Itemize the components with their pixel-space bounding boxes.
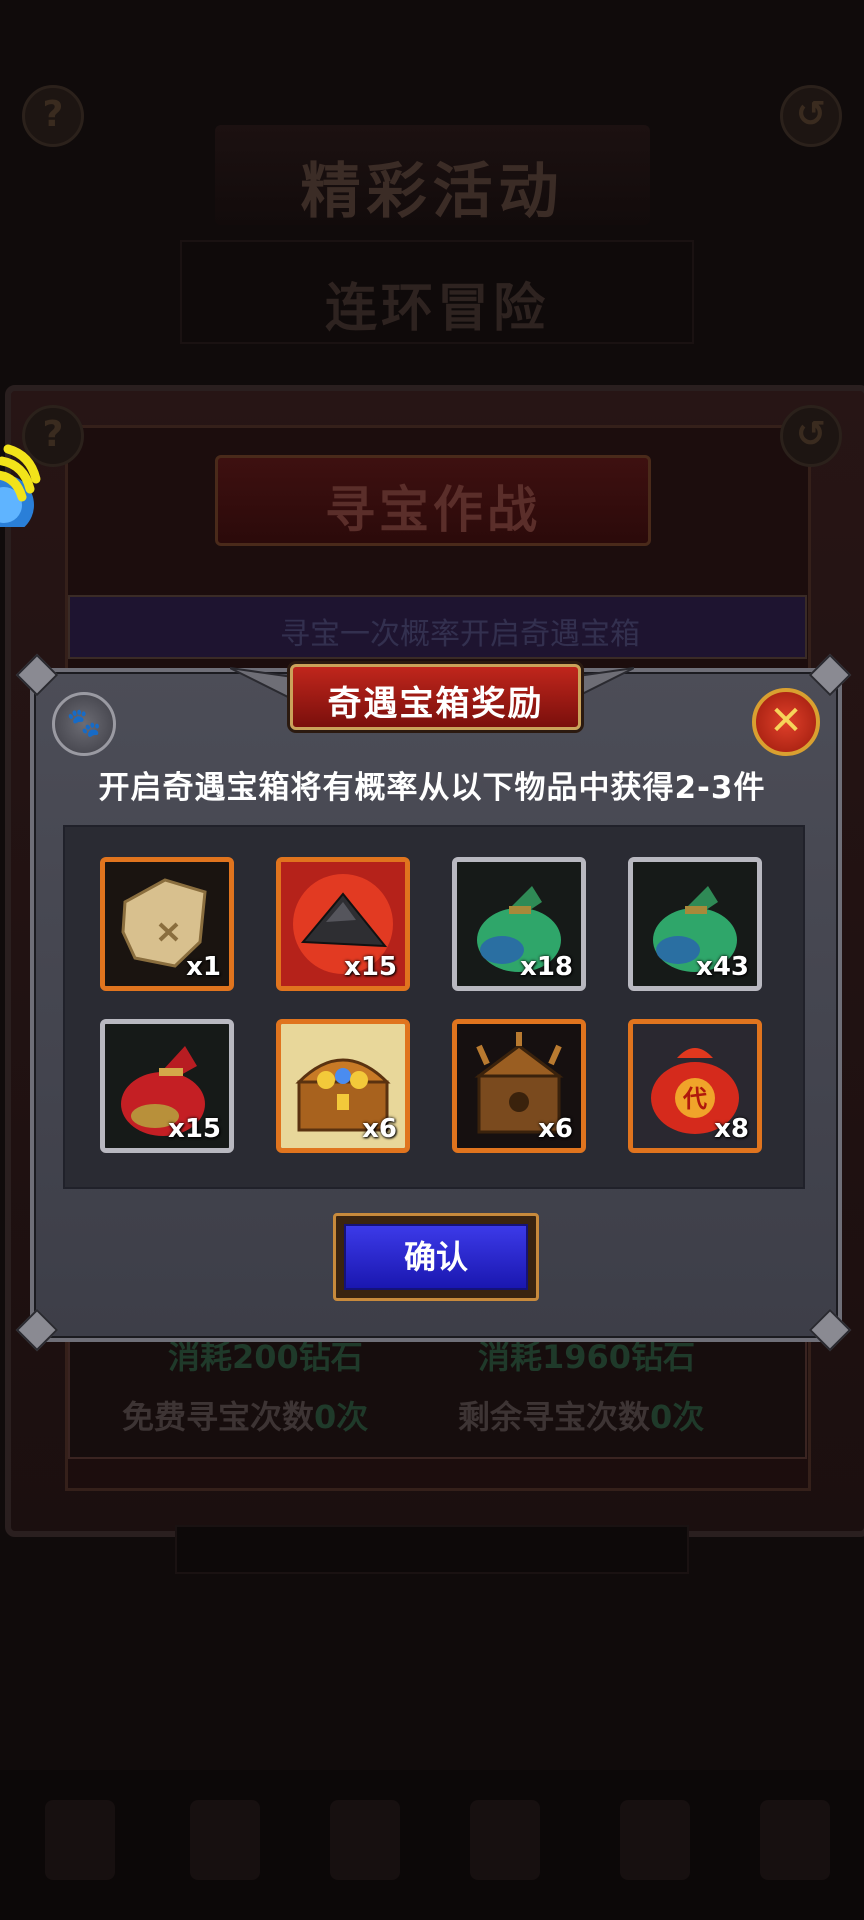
item-quantity: x15: [344, 952, 397, 982]
reward-item-ore-pile[interactable]: x15: [276, 857, 410, 991]
svg-text:代: 代: [682, 1085, 707, 1113]
nav-item-5[interactable]: [620, 1800, 690, 1880]
nav-item-2[interactable]: [190, 1800, 260, 1880]
event-subtitle-tab[interactable]: 连环冒险: [180, 240, 694, 344]
nav-item-6[interactable]: [760, 1800, 830, 1880]
remaining-count: 剩余寻宝次数0次: [458, 1392, 704, 1438]
dialog-title-plate: 奇遇宝箱奖励: [290, 664, 581, 730]
help-button-top[interactable]: ?: [22, 85, 84, 147]
back-button[interactable]: ↺: [780, 405, 842, 467]
bottom-bar: [175, 1525, 689, 1574]
item-quantity: x18: [520, 952, 573, 982]
event-title: 精彩活动: [300, 157, 565, 227]
remaining-count-label: 剩余寻宝次数: [458, 1398, 651, 1436]
item-quantity: x1: [186, 952, 221, 982]
reward-item-green-pouch[interactable]: x43: [628, 857, 762, 991]
bottom-nav: [0, 1770, 864, 1920]
free-count-label: 免费寻宝次数: [122, 1398, 315, 1436]
free-count: 免费寻宝次数0次: [122, 1392, 368, 1438]
item-quantity: x8: [714, 1114, 749, 1144]
panel-title-banner: 寻宝作战: [215, 455, 651, 546]
free-count-value: 0次: [314, 1398, 369, 1436]
paw-icon[interactable]: 🐾: [52, 692, 116, 756]
reward-item-gold-chest[interactable]: x6: [276, 1019, 410, 1153]
back-button-top[interactable]: ↺: [780, 85, 842, 147]
reward-item-red-lucky-bag[interactable]: 代 x8: [628, 1019, 762, 1153]
item-quantity: x6: [538, 1114, 573, 1144]
dialog-title: 奇遇宝箱奖励: [327, 684, 544, 724]
info-text: 寻宝一次概率开启奇遇宝箱: [280, 617, 640, 652]
reward-item-red-pouch[interactable]: x15: [100, 1019, 234, 1153]
panel-title: 寻宝作战: [325, 481, 541, 539]
pet-avatar-icon[interactable]: [0, 435, 42, 527]
item-quantity: x15: [168, 1114, 221, 1144]
dialog-description: 开启奇遇宝箱将有概率从以下物品中获得2-3件: [98, 770, 766, 806]
nav-item-3[interactable]: [330, 1800, 400, 1880]
confirm-button[interactable]: 确认: [333, 1213, 539, 1301]
event-title-banner: 精彩活动: [215, 125, 650, 227]
event-subtitle: 连环冒险: [324, 279, 549, 339]
item-quantity: x6: [362, 1114, 397, 1144]
confirm-button-label: 确认: [344, 1224, 528, 1290]
reward-item-treasure-map[interactable]: x1: [100, 857, 234, 991]
nav-item-4[interactable]: [470, 1800, 540, 1880]
nav-item-1[interactable]: [45, 1800, 115, 1880]
reward-item-bronze-chest[interactable]: x6: [452, 1019, 586, 1153]
reward-item-green-pouch[interactable]: x18: [452, 857, 586, 991]
remaining-count-value: 0次: [650, 1398, 705, 1436]
close-icon[interactable]: ✕: [752, 688, 820, 756]
item-quantity: x43: [696, 952, 749, 982]
